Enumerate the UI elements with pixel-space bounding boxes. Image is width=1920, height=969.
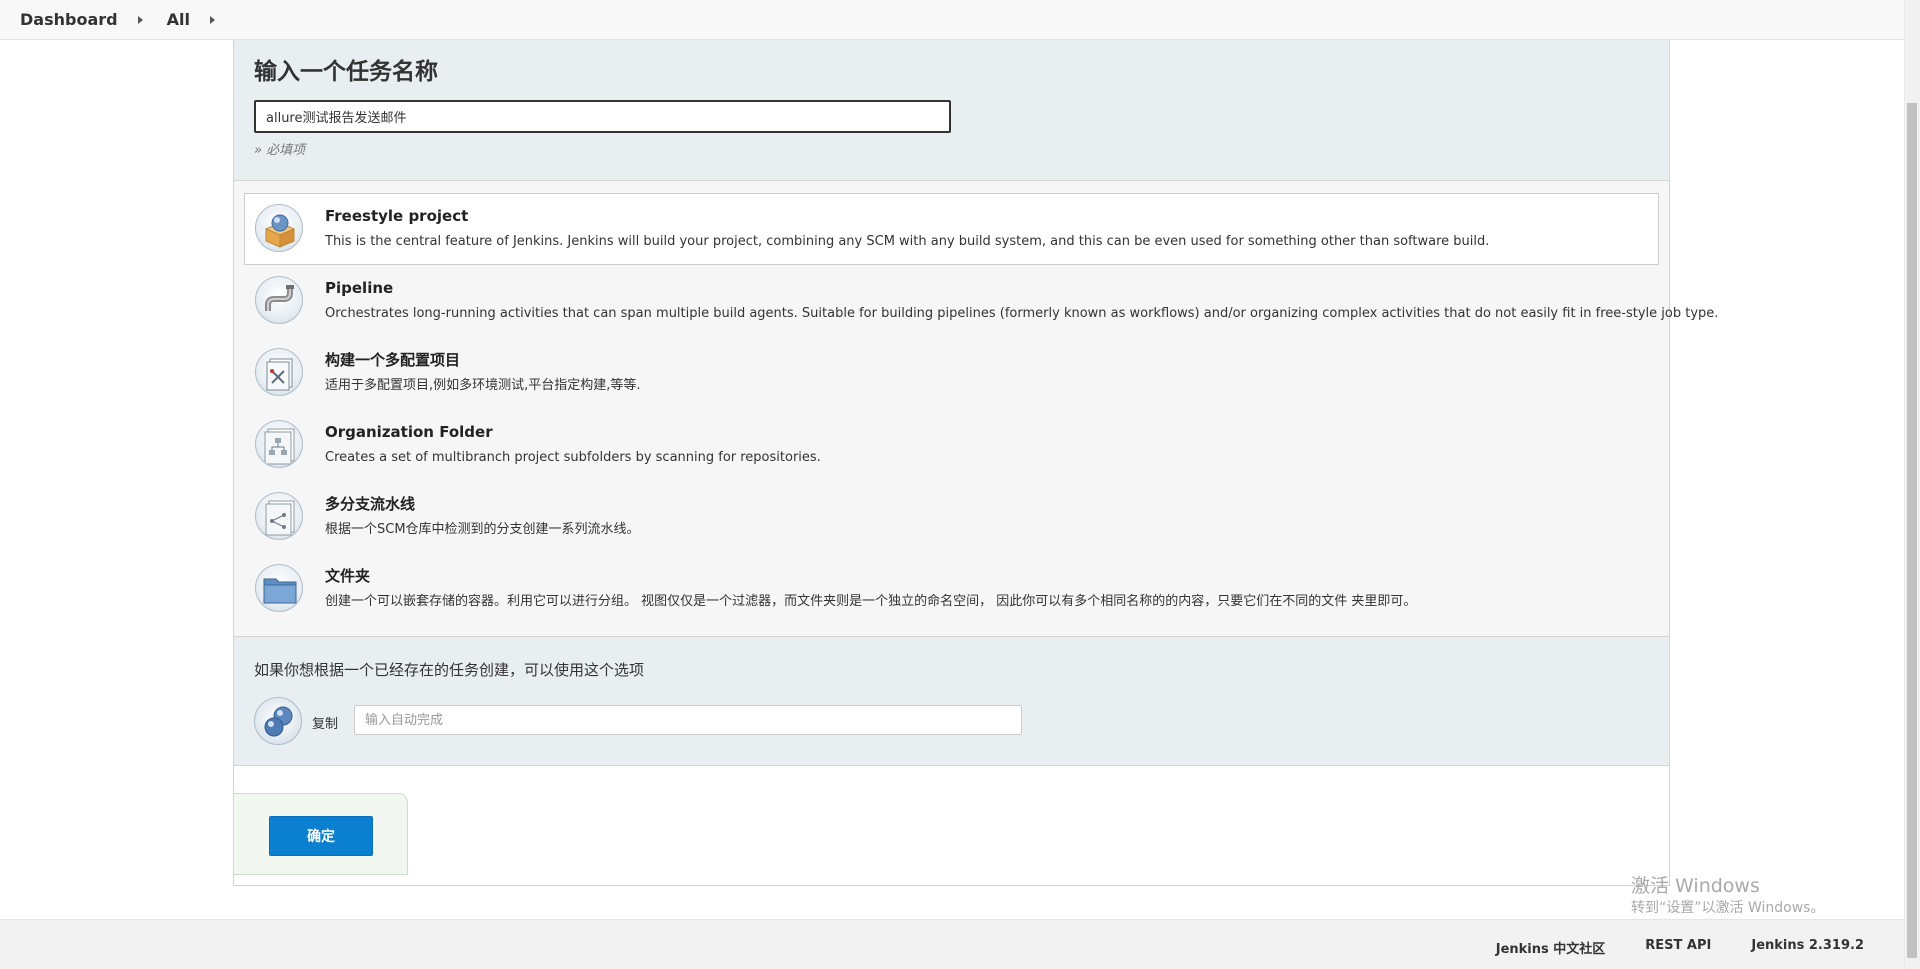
form-bottom: 确定 <box>233 766 1669 884</box>
item-type-label: Organization Folder <box>325 423 493 441</box>
item-type-label: Pipeline <box>325 279 394 297</box>
new-item-panel: 输入一个任务名称 » 必填项 Freestyle project This is… <box>233 40 1719 886</box>
item-type-label: Freestyle project <box>325 207 469 225</box>
breadcrumb: Dashboard All <box>0 0 1904 40</box>
footer-links: Jenkins 中文社区 REST API Jenkins 2.319.2 <box>1496 938 1864 957</box>
footer-community-link[interactable]: Jenkins 中文社区 <box>1496 938 1606 957</box>
copy-from-label: 复制 <box>312 717 339 732</box>
required-hint: » 必填项 <box>254 143 306 158</box>
item-type-description: This is the central feature of Jenkins. … <box>325 234 1490 249</box>
organization-folder-icon <box>255 420 303 468</box>
watermark-title: 激活 Windows <box>1631 875 1760 897</box>
item-type-organization-folder[interactable]: Organization Folder Creates a set of mul… <box>244 409 1659 481</box>
item-type-list: Freestyle project This is the central fe… <box>234 181 1719 637</box>
item-type-description: 适用于多配置项目,例如多环境测试,平台指定构建,等等. <box>325 378 641 393</box>
item-name-input[interactable] <box>254 100 951 133</box>
item-type-pipeline[interactable]: Pipeline Orchestrates long-running activ… <box>244 265 1719 337</box>
ok-button-container: 确定 <box>233 793 408 875</box>
page-footer: Jenkins 中文社区 REST API Jenkins 2.319.2 <box>0 919 1904 969</box>
scrollbar-thumb[interactable] <box>1907 103 1917 958</box>
item-type-multi-config[interactable]: 构建一个多配置项目 适用于多配置项目,例如多环境测试,平台指定构建,等等. <box>244 337 1659 409</box>
copy-from-section: 如果你想根据一个已经存在的任务创建，可以使用这个选项 复制 <box>234 637 1669 766</box>
item-type-folder[interactable]: 文件夹 创建一个可以嵌套存储的容器。利用它可以进行分组。 视图仅仅是一个过滤器，… <box>244 553 1659 625</box>
footer-rest-api-link[interactable]: REST API <box>1645 938 1711 957</box>
copy-item-icon <box>254 697 302 745</box>
ok-button[interactable]: 确定 <box>269 816 373 856</box>
item-type-label: 构建一个多配置项目 <box>325 351 461 369</box>
item-type-description: Creates a set of multibranch project sub… <box>325 450 821 465</box>
item-name-section: 输入一个任务名称 » 必填项 <box>234 40 1669 181</box>
multi-config-project-icon <box>255 348 303 396</box>
windows-activation-watermark: 激活 Windows 转到“设置”以激活 Windows。 <box>1631 874 1824 918</box>
multibranch-pipeline-icon <box>255 492 303 540</box>
item-type-description: 根据一个SCM仓库中检测到的分支创建一系列流水线。 <box>325 522 640 537</box>
breadcrumb-dashboard[interactable]: Dashboard <box>20 10 118 29</box>
item-name-title: 输入一个任务名称 <box>254 59 438 85</box>
copy-from-input[interactable] <box>354 705 1022 735</box>
item-type-label: 文件夹 <box>325 567 371 585</box>
item-type-description: 创建一个可以嵌套存储的容器。利用它可以进行分组。 视图仅仅是一个过滤器，而文件夹… <box>325 594 1417 609</box>
page-scrollbar[interactable] <box>1904 0 1920 969</box>
freestyle-project-icon <box>255 204 303 252</box>
item-type-freestyle[interactable]: Freestyle project This is the central fe… <box>244 193 1659 265</box>
pipeline-icon <box>255 276 303 324</box>
item-type-multibranch-pipeline[interactable]: 多分支流水线 根据一个SCM仓库中检测到的分支创建一系列流水线。 <box>244 481 1659 553</box>
breadcrumb-dashboard-menu-icon[interactable] <box>137 15 143 24</box>
watermark-subtitle: 转到“设置”以激活 Windows。 <box>1631 900 1825 916</box>
breadcrumb-all[interactable]: All <box>167 10 190 29</box>
footer-version-link[interactable]: Jenkins 2.319.2 <box>1751 938 1864 957</box>
item-type-label: 多分支流水线 <box>325 495 416 513</box>
item-type-description: Orchestrates long-running activities tha… <box>325 306 1719 321</box>
folder-icon <box>255 564 303 612</box>
breadcrumb-all-menu-icon[interactable] <box>209 15 215 24</box>
copy-from-hint: 如果你想根据一个已经存在的任务创建，可以使用这个选项 <box>254 661 645 679</box>
